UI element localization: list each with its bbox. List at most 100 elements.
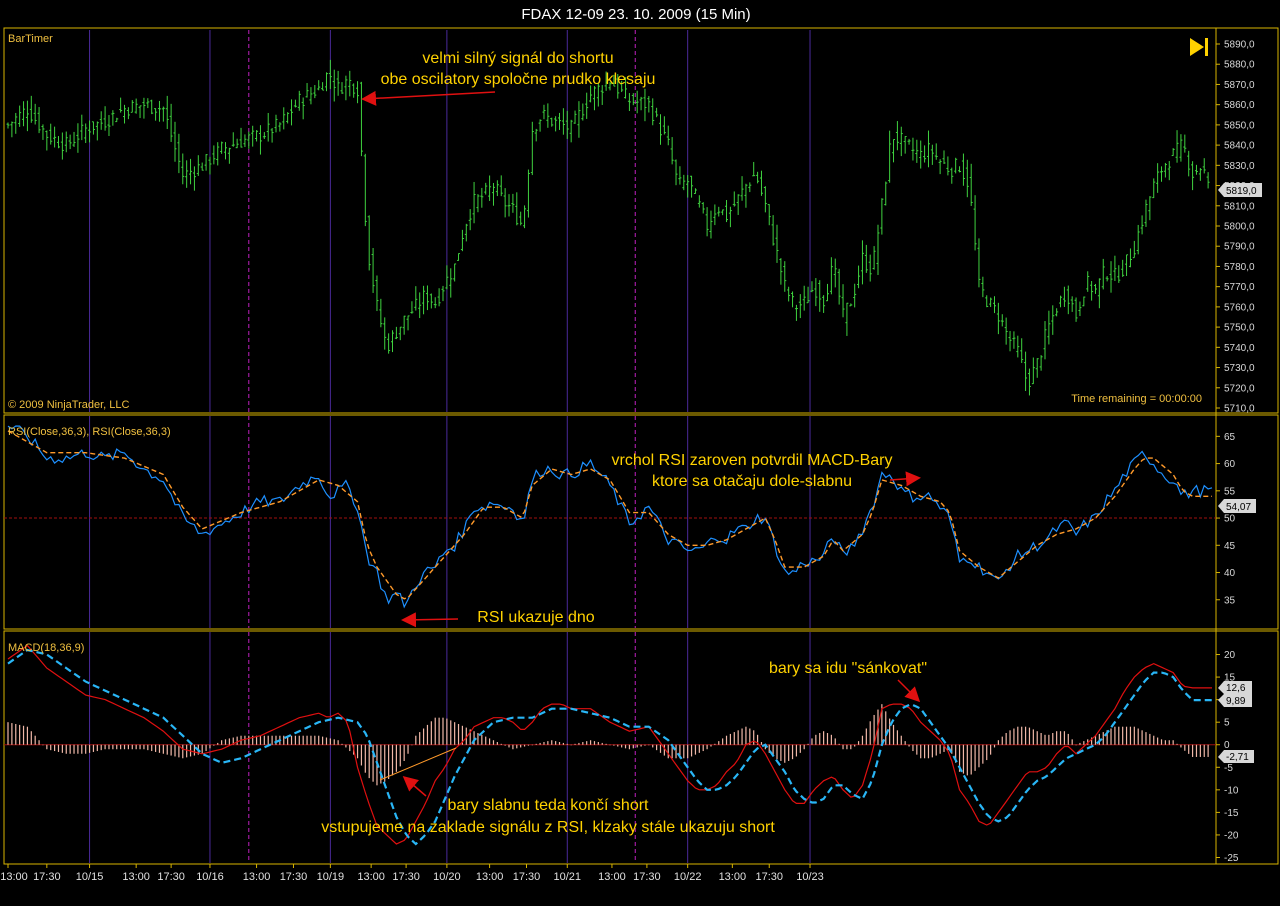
- macd-hist-bar: [337, 740, 339, 745]
- macd-hist-bar: [158, 744, 161, 753]
- macd-hist-bar: [1160, 739, 1163, 745]
- macd-hist-bar: [151, 744, 153, 752]
- macd-hist-bar: [135, 744, 137, 750]
- macd-hist-bar: [512, 744, 514, 750]
- macd-hist-bar: [205, 744, 207, 752]
- macd-hist-bar: [104, 744, 106, 750]
- macd-hist-bar: [667, 744, 669, 759]
- macd-hist-bar: [88, 744, 91, 753]
- x-tick-label: 17:30: [633, 871, 661, 883]
- macd-hist-bar: [900, 735, 902, 745]
- macd-hist-bar: [112, 744, 114, 750]
- macd-hist-bar: [1207, 744, 1209, 757]
- macd-hist-bar: [706, 744, 708, 750]
- macd-hist-bar: [791, 744, 794, 760]
- macd-hist-bar: [1083, 741, 1085, 745]
- y-tick-label: -10: [1224, 785, 1239, 796]
- macd-hist-bar: [415, 735, 417, 745]
- macd-hist-bar: [609, 744, 611, 746]
- svg-text:54,07: 54,07: [1226, 502, 1251, 513]
- macd-hist-bar: [986, 744, 988, 761]
- macd-hist-bar: [302, 735, 304, 745]
- macd-hist-bar: [725, 735, 728, 745]
- x-tick-label: 17:30: [392, 871, 420, 883]
- macd-hist-bar: [523, 744, 526, 747]
- macd-hist-bar: [908, 744, 910, 747]
- x-tick-label: 13:00: [122, 871, 150, 883]
- y-tick-label: -20: [1224, 830, 1239, 841]
- x-tick-label: 17:30: [33, 871, 61, 883]
- macd-hist-bar: [1009, 730, 1011, 745]
- macd-hist-bar: [139, 744, 141, 750]
- macd-hist-bar: [652, 744, 654, 748]
- macd-hist-bar: [636, 744, 638, 748]
- macd-hist-bar: [341, 743, 343, 745]
- macd-hist-bar: [788, 744, 790, 761]
- macd-hist-bar: [1013, 728, 1015, 745]
- macd-hist-bar: [729, 733, 731, 745]
- y-tick-label: 5710,0: [1224, 404, 1255, 415]
- macd-hist-bar: [492, 740, 495, 745]
- macd-hist-bar: [850, 744, 852, 750]
- macd-hist-bar: [815, 734, 817, 745]
- y-tick-label: 45: [1224, 541, 1236, 552]
- macd-hist-bar: [865, 728, 867, 745]
- macd-hist-bar: [314, 735, 316, 745]
- macd-hist-bar: [698, 744, 700, 753]
- macd-hist-bar: [345, 744, 347, 748]
- y-tick-label: 5720,0: [1224, 383, 1255, 394]
- macd-hist-bar: [403, 744, 405, 761]
- macd-hist-bar: [632, 744, 634, 749]
- macd-hist-bar: [50, 744, 52, 751]
- macd-hist-bar: [11, 723, 13, 745]
- annotation-rsi-bottom: RSI ukazuje dno: [477, 609, 595, 626]
- macd-hist-bar: [799, 744, 801, 753]
- macd-hist-bar: [73, 744, 75, 754]
- macd-hist-bar: [1067, 733, 1069, 745]
- macd-hist-bar: [690, 744, 693, 757]
- macd-hist-bar: [442, 717, 444, 745]
- macd-hist-bar: [1141, 730, 1143, 745]
- y-tick-label: 35: [1224, 595, 1236, 606]
- macd-hist-bar: [516, 744, 518, 749]
- macd-hist-bar: [438, 717, 440, 745]
- macd-hist-bar: [422, 728, 425, 745]
- y-tick-label: 5830,0: [1224, 161, 1255, 172]
- y-tick-label: 5800,0: [1224, 222, 1255, 233]
- macd-hist-bar: [96, 744, 98, 752]
- macd-hist-bar: [1094, 735, 1097, 745]
- x-tick-label: 17:30: [513, 871, 541, 883]
- y-tick-label: -15: [1224, 808, 1239, 819]
- macd-hist-bar: [496, 742, 498, 745]
- macd-hist-bar: [7, 722, 9, 745]
- macd-hist-bar: [364, 744, 366, 773]
- x-tick-label: 10/19: [317, 871, 345, 883]
- macd-hist-bar: [539, 742, 541, 745]
- macd-hist-bar: [617, 744, 619, 747]
- macd-hist-bar: [931, 744, 933, 758]
- macd-hist-bar: [236, 736, 238, 745]
- macd-hist-bar: [391, 744, 394, 776]
- macd-hist-bar: [675, 744, 677, 759]
- macd-hist-bar: [834, 738, 836, 745]
- macd-hist-bar: [753, 730, 755, 745]
- macd-hist-bar: [1063, 731, 1066, 745]
- macd-hist-bar: [54, 744, 56, 752]
- macd-hist-bar: [993, 744, 996, 748]
- macd-hist-bar: [842, 744, 844, 750]
- macd-hist-bar: [1176, 743, 1178, 745]
- time-remaining-label: Time remaining = 00:00:00: [1071, 393, 1202, 405]
- macd-hist-bar: [1122, 726, 1124, 745]
- x-tick-label: 17:30: [755, 871, 783, 883]
- macd-hist-bar: [741, 728, 743, 745]
- macd-hist-bar: [722, 738, 724, 745]
- macd-hist-bar: [201, 744, 203, 754]
- macd-hist-bar: [656, 744, 658, 751]
- macd-hist-bar: [368, 744, 370, 779]
- macd-hist-bar: [1203, 744, 1205, 757]
- macd-badge-2: 9,89: [1218, 694, 1252, 707]
- macd-hist-bar: [508, 744, 510, 748]
- macd-hist-bar: [1032, 729, 1034, 745]
- macd-hist-bar: [543, 742, 545, 745]
- x-tick-label: 13:00: [598, 871, 626, 883]
